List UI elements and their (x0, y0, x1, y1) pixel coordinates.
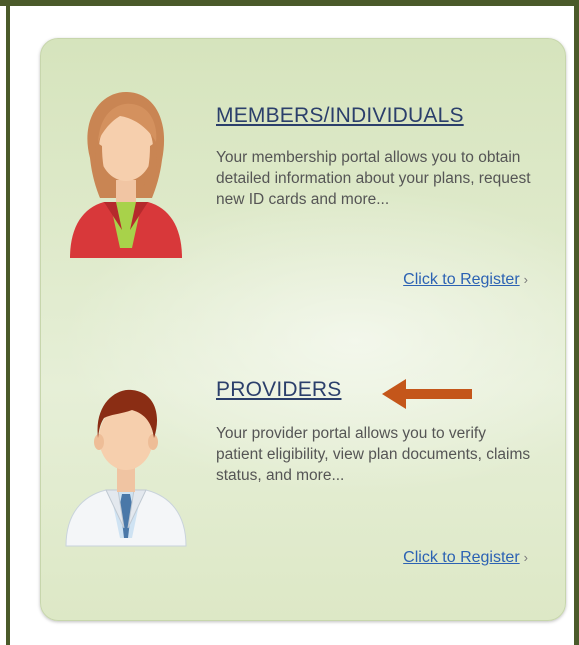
members-register-label[interactable]: Click to Register (403, 271, 519, 288)
woman-avatar-icon (60, 80, 192, 260)
left-arrow-icon (382, 377, 474, 411)
providers-title[interactable]: PROVIDERS (216, 378, 342, 402)
members-section: MEMBERS/INDIVIDUALS Your membership port… (60, 80, 540, 300)
frame-left-border (6, 0, 10, 645)
frame-right-border (574, 0, 579, 645)
frame-top-border (0, 0, 579, 6)
providers-register-link[interactable]: Click to Register › (403, 549, 528, 567)
members-register-link[interactable]: Click to Register › (403, 271, 528, 289)
chevron-right-icon: › (523, 272, 528, 287)
doctor-avatar-icon (60, 368, 192, 548)
providers-description: Your provider portal allows you to verif… (216, 425, 531, 484)
members-description: Your membership portal allows you to obt… (216, 149, 531, 208)
chevron-right-icon: › (523, 550, 528, 565)
providers-register-label[interactable]: Click to Register (403, 549, 519, 566)
members-title[interactable]: MEMBERS/INDIVIDUALS (216, 104, 464, 128)
